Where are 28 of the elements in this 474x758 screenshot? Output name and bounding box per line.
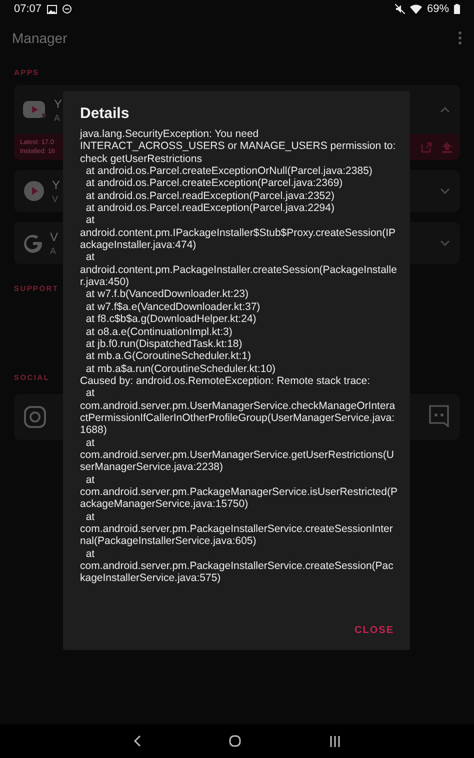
wifi-icon (410, 4, 422, 14)
status-time: 07:07 (14, 3, 42, 15)
app-name: Y (54, 96, 62, 110)
dialog-title: Details (80, 105, 130, 122)
app-name: V (50, 230, 58, 244)
app-subtitle: V (52, 194, 58, 204)
play-icon (22, 179, 46, 203)
app-title: Manager (12, 30, 68, 46)
close-button[interactable]: CLOSE (348, 621, 400, 640)
more-menu-icon (458, 31, 462, 45)
mute-icon (394, 4, 405, 14)
chat-bubble-icon (428, 405, 450, 429)
back-icon[interactable] (133, 735, 141, 747)
home-icon[interactable] (229, 735, 241, 747)
g-logo-icon (22, 232, 44, 254)
upload-icon (442, 142, 452, 152)
play-icon (22, 98, 48, 120)
app-subtitle: A (50, 246, 56, 256)
app-subtitle: A (54, 112, 60, 122)
battery-icon (454, 4, 460, 14)
external-link-icon (421, 142, 432, 152)
image-icon (46, 4, 57, 14)
do-not-disturb-icon (62, 4, 72, 14)
recents-icon[interactable] (329, 736, 341, 746)
stack-trace-text: java.lang.SecurityException: You need INTERACT_ACROSS_USERS or MANAGE_USERS permission to: check getUserRestrictions at android.os.Parcel.createExceptionOrNull(Parcel.java:2385) at android.os.Parcel.createException(Parcel.java:2369) at android.os.Parcel.readException(Parcel.java:2352) at android.os.Parcel.readException(Parcel.java:2294) at android.content.pm.IPackageInstaller$Stub$Proxy.createSession(IPackageInstaller.java:474) at android.content.pm.PackageInstaller.createSession(PackageInstaller.java:450) at w7.f.b(VancedDownloader.kt:23) at w7.f$a.e(VancedDownloader.kt:37) at f8.c$b$a.g(DownloadHelper.kt:24) at o8.a.e(ContinuationImpl.kt:3) at jb.f0.run(DispatchedTask.kt:18) at mb.a.G(CoroutineScheduler.kt:1) at mb.a$a.run(CoroutineScheduler.kt:10) Caused by: android.os.RemoteException: Remote stack trace: at com.android.server.pm.UserManagerService.checkManageOrInteractPermissionIfCallerInOtherProfileGroup(UserManagerService.java:1688) at com.android.server.pm.UserManagerService.getUserRestrictions(UserManagerService.java:2238) at com.android.server.pm.PackageManagerService.isUserRestricted(PackageManagerService.java:15750) at com.android.server.pm.PackageInstallerService.createSessionInternal(PackageInstallerService.java:605) at com.android.server.pm.PackageInstallerService.createSession(PackageInstallerService.java:575) (80, 128, 398, 585)
app-name: Y (52, 178, 60, 192)
battery-percent: 69% (426, 3, 449, 15)
instagram-icon (24, 406, 46, 428)
